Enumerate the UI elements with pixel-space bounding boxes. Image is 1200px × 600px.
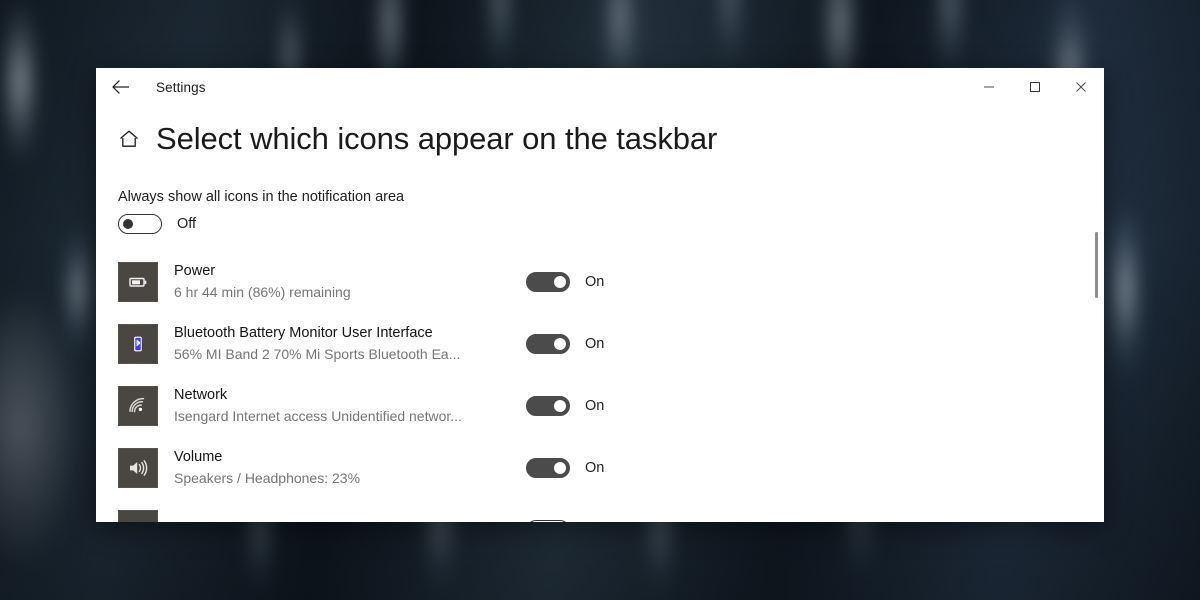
- always-show-all-icons-toggle[interactable]: [118, 214, 162, 235]
- list-item-title: Windows Security notification icon: [174, 520, 504, 523]
- home-icon[interactable]: [118, 128, 148, 150]
- list-item: Windows Security notification icon Off: [118, 499, 1084, 522]
- toggle-knob: [123, 219, 133, 230]
- page-title: Select which icons appear on the taskbar: [156, 121, 718, 156]
- power-toggle-state: On: [585, 274, 605, 291]
- list-item-toggle-group: On: [526, 458, 605, 479]
- list-item-text: Windows Security notification icon: [174, 520, 504, 523]
- list-item: Bluetooth Battery Monitor User Interface…: [118, 313, 1084, 375]
- maximize-icon: [1029, 81, 1041, 93]
- app-title: Settings: [156, 79, 206, 95]
- list-item-toggle-group: On: [526, 272, 605, 293]
- list-item-subtitle: Isengard Internet access Unidentified ne…: [174, 408, 462, 425]
- list-item-text: Volume Speakers / Headphones: 23%: [174, 447, 504, 488]
- list-item-subtitle: 56% MI Band 2 70% Mi Sports Bluetooth Ea…: [174, 346, 461, 363]
- wifi-icon: [118, 386, 158, 427]
- section-label: Always show all icons in the notificatio…: [118, 189, 405, 206]
- list-item-title: Power: [174, 263, 216, 280]
- close-icon: [1075, 81, 1087, 93]
- title-bar: Settings: [96, 68, 1104, 106]
- list-item-subtitle: Speakers / Headphones: 23%: [174, 470, 361, 487]
- list-item-title: Bluetooth Battery Monitor User Interface: [174, 325, 433, 342]
- always-show-all-icons-state: Off: [177, 216, 197, 233]
- bluetooth-battery-monitor-toggle[interactable]: [526, 334, 570, 355]
- always-show-all-icons-toggle-row: Off: [118, 214, 1084, 235]
- list-item-title: Network: [174, 387, 228, 404]
- list-item-subtitle: 6 hr 44 min (86%) remaining: [174, 284, 351, 301]
- maximize-button[interactable]: [1012, 68, 1058, 106]
- minimize-icon: [983, 81, 995, 93]
- list-item-toggle-group: On: [526, 334, 605, 355]
- scrollbar-thumb[interactable]: [1095, 232, 1098, 298]
- volume-toggle-state: On: [585, 460, 605, 477]
- desktop: Settings Select which icons appear on th…: [0, 0, 1200, 600]
- back-button[interactable]: [98, 68, 144, 106]
- minimize-button[interactable]: [966, 68, 1012, 106]
- back-arrow-icon: [111, 79, 131, 95]
- volume-toggle[interactable]: [526, 458, 570, 479]
- battery-icon: [118, 262, 158, 303]
- scrollbar[interactable]: [1092, 232, 1102, 522]
- window-controls: [966, 68, 1104, 106]
- network-toggle[interactable]: [526, 396, 570, 417]
- list-item-text: Power 6 hr 44 min (86%) remaining: [174, 261, 504, 302]
- bluetooth-battery-monitor-toggle-state: On: [585, 336, 605, 353]
- taskbar-icon-list: Power 6 hr 44 min (86%) remaining On Blu…: [118, 251, 1084, 522]
- list-item: Network Isengard Internet access Unident…: [118, 375, 1084, 437]
- list-item-text: Bluetooth Battery Monitor User Interface…: [174, 323, 504, 364]
- settings-content: Select which icons appear on the taskbar…: [96, 121, 1104, 522]
- toggle-knob: [554, 338, 566, 351]
- page-header: Select which icons appear on the taskbar: [118, 121, 1084, 156]
- close-button[interactable]: [1058, 68, 1104, 106]
- shield-icon: [118, 510, 158, 522]
- windows-security-toggle[interactable]: [526, 520, 570, 522]
- toggle-knob: [554, 276, 566, 289]
- settings-window: Settings Select which icons appear on th…: [96, 68, 1104, 522]
- list-item: Power 6 hr 44 min (86%) remaining On: [118, 251, 1084, 313]
- bluetooth-battery-icon: [118, 324, 158, 365]
- network-toggle-state: On: [585, 398, 605, 415]
- list-item-toggle-group: Off: [526, 520, 604, 522]
- list-item-text: Network Isengard Internet access Unident…: [174, 385, 504, 426]
- list-item: Volume Speakers / Headphones: 23% On: [118, 437, 1084, 499]
- toggle-knob: [554, 400, 566, 413]
- list-item-title: Volume: [174, 449, 223, 466]
- power-toggle[interactable]: [526, 272, 570, 293]
- list-item-toggle-group: On: [526, 396, 605, 417]
- toggle-knob: [554, 462, 566, 475]
- volume-icon: [118, 448, 158, 489]
